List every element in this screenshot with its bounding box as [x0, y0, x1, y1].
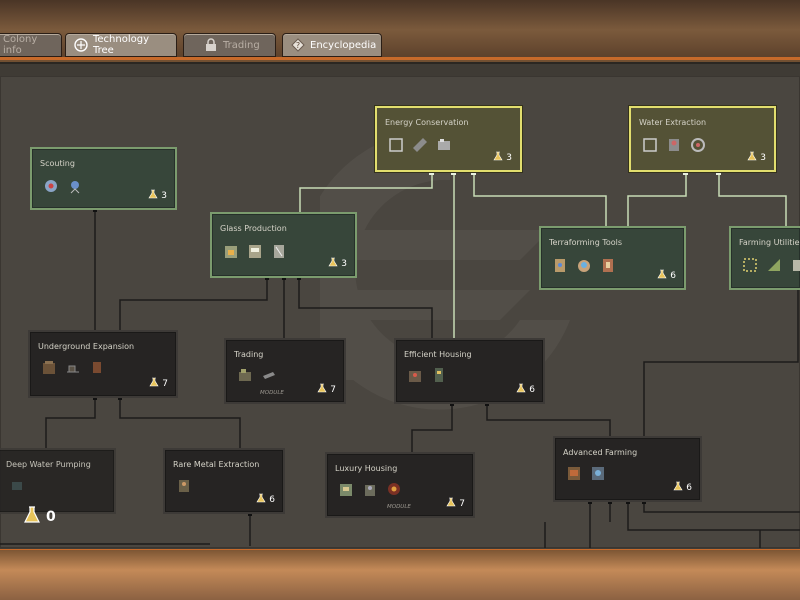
mining-rig-icon: [175, 476, 193, 494]
bottom-bar: [0, 550, 800, 600]
tech-node-water-extraction[interactable]: Water Extraction 3: [629, 106, 776, 172]
flask-icon: [317, 383, 327, 396]
flask-icon: [22, 505, 42, 529]
tech-node-farming-utilities[interactable]: Farming Utilities: [729, 226, 800, 290]
flask-icon: [516, 383, 526, 396]
hydroponics-icon: [589, 464, 607, 482]
frame-icon: [387, 136, 405, 154]
flask-icon: [256, 493, 266, 506]
field-icon: [741, 256, 759, 274]
tech-node-energy-conservation[interactable]: Energy Conservation 3: [375, 106, 522, 172]
tech-node-underground-expansion[interactable]: Underground Expansion 7: [28, 330, 178, 398]
flask-icon: [657, 269, 667, 282]
research-cost: 6: [673, 481, 692, 494]
flask-icon: [328, 257, 338, 270]
drill-icon: [551, 256, 569, 274]
flask-icon: [149, 377, 159, 390]
tech-node-scouting[interactable]: Scouting 3: [30, 147, 177, 210]
research-cost: 7: [446, 497, 465, 510]
villa-icon: [337, 480, 355, 498]
flask-icon: [747, 151, 757, 164]
research-cost: 6: [516, 383, 535, 396]
flask-icon: [446, 497, 456, 510]
tech-node-glass-production[interactable]: Glass Production 3: [210, 212, 357, 278]
research-cost: 3: [493, 151, 512, 164]
battery-icon: [435, 136, 453, 154]
pane-icon: [270, 242, 288, 260]
flask-icon: [493, 151, 503, 164]
tech-node-advanced-farming[interactable]: Advanced Farming 6: [553, 436, 702, 502]
shuttle-icon: [260, 366, 278, 384]
research-cost: 7: [149, 377, 168, 390]
house-icon: [406, 366, 424, 384]
planter-icon: [765, 256, 783, 274]
tower-icon: [430, 366, 448, 384]
research-cost: 3: [148, 189, 167, 202]
pump-icon: [665, 136, 683, 154]
valve-icon: [689, 136, 707, 154]
glass-machine-icon: [246, 242, 264, 260]
research-cost: 6: [256, 493, 275, 506]
bar-icon: [385, 480, 403, 498]
research-cost: 3: [747, 151, 766, 164]
furnace-icon: [222, 242, 240, 260]
barrel-icon: [88, 358, 106, 376]
scout-drone-icon: [42, 177, 60, 195]
tech-node-efficient-housing[interactable]: Efficient Housing 6: [394, 338, 545, 404]
tech-node-terraforming-tools[interactable]: Terraforming Tools 6: [539, 226, 686, 290]
panel-icon: [411, 136, 429, 154]
probe-icon: [66, 177, 84, 195]
tech-node-rare-metal-extraction[interactable]: Rare Metal Extraction 6: [163, 448, 285, 514]
dome-icon: [361, 480, 379, 498]
research-cost: 6: [657, 269, 676, 282]
research-points: 0: [22, 505, 56, 529]
flask-icon: [673, 481, 683, 494]
frame-icon: [641, 136, 659, 154]
crate-icon: [789, 256, 800, 274]
digger-icon: [64, 358, 82, 376]
research-cost: 7: [317, 383, 336, 396]
trade-post-icon: [236, 366, 254, 384]
tech-node-luxury-housing[interactable]: Luxury Housing MODULE 7: [325, 452, 475, 518]
flask-icon: [148, 189, 158, 202]
research-cost: 3: [328, 257, 347, 270]
tech-node-trading[interactable]: Trading MODULE 7: [224, 338, 346, 404]
greenhouse-icon: [565, 464, 583, 482]
deep-pump-icon: [8, 476, 26, 494]
tech-node-deep-water-pumping[interactable]: Deep Water Pumping: [0, 448, 116, 514]
generator-icon: [599, 256, 617, 274]
shelter-icon: [40, 358, 58, 376]
terraformer-icon: [575, 256, 593, 274]
